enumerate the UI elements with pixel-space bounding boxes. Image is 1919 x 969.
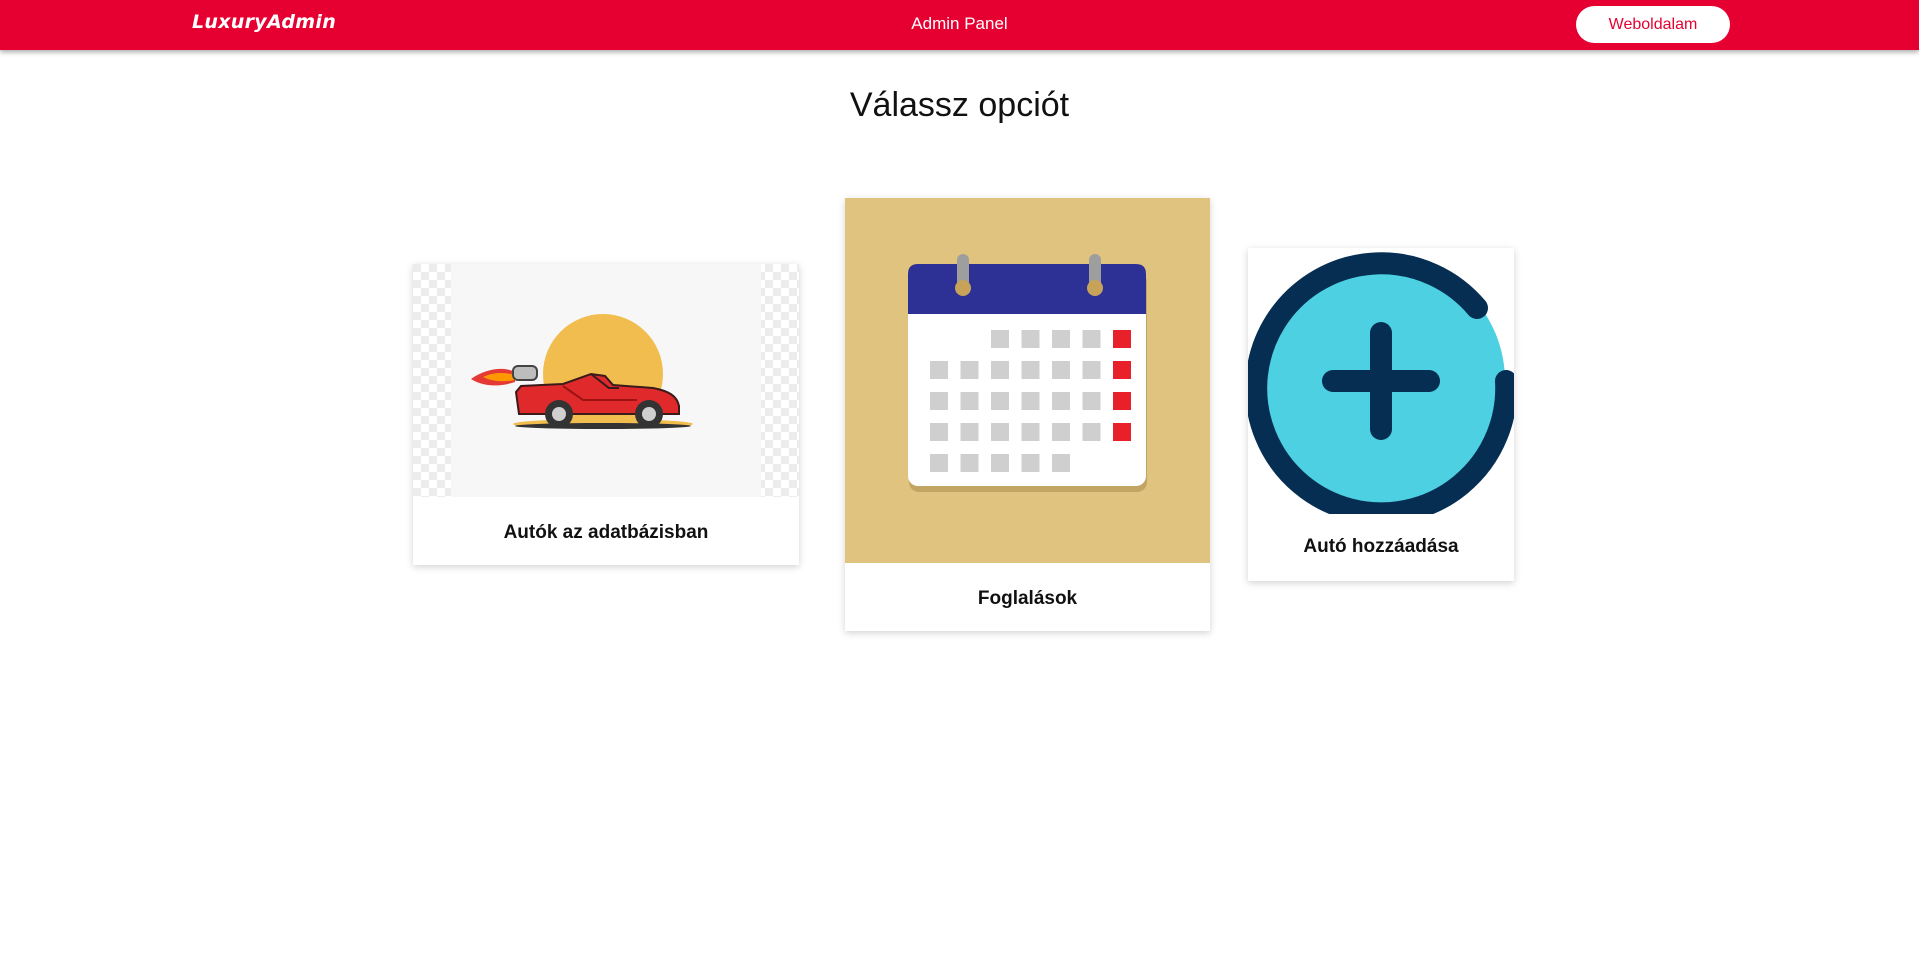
calendar-day-square [930,423,948,441]
calendar-day-square [930,392,948,410]
card-image [845,198,1210,563]
calendar-day-square [1021,392,1040,410]
card-label: Foglalások [977,588,1078,609]
calendar-day-square [1052,361,1070,379]
calendar-day-square [1082,330,1101,348]
calendar-day-square [991,361,1009,379]
calendar-day-square [1052,392,1070,410]
calendar-day-square [991,454,1009,472]
calendar-day-square [930,454,948,472]
calendar-day-square [991,423,1009,441]
card-label: Autók az adatbázisban [503,522,709,543]
calendar-day-square [1113,330,1131,348]
cars-database-card[interactable]: Autók az adatbázisban [413,264,799,565]
calendar-day-square [1113,423,1131,441]
calendar-day-square [1082,392,1101,410]
calendar-day-square [1052,423,1070,441]
card-image [1248,248,1514,514]
calendar-day-square [991,392,1009,410]
calendar-day-square [1052,454,1070,472]
calendar-day-square [1113,361,1131,379]
calendar-day-square [991,330,1009,348]
calendar-day-square [960,392,979,410]
page-title: Válassz opciót [849,86,1070,124]
calendar-day-square [1082,423,1101,441]
brand-logo[interactable]: LuxuryAdmin [192,11,336,33]
calendar-day-square [960,361,979,379]
calendar-day-square [1021,330,1040,348]
calendar-day-square [930,361,948,379]
calendar-day-square [960,423,979,441]
calendar-icon [845,198,1210,563]
calendar-day-square [1113,392,1131,410]
calendar-day-square [960,454,979,472]
calendar-day-square [1021,454,1040,472]
top-navbar: LuxuryAdmin Admin Panel Weboldalam [0,0,1919,50]
sports-car-icon [413,264,799,497]
website-button[interactable]: Weboldalam [1576,6,1730,43]
calendar-day-square [1082,361,1101,379]
calendar-day-square [1021,423,1040,441]
add-circle-icon [1248,252,1514,514]
calendar-day-square [1021,361,1040,379]
calendar-day-square [1052,330,1070,348]
card-image [413,264,799,497]
add-car-card[interactable]: Autó hozzáadása [1248,248,1514,581]
bookings-card[interactable]: Foglalások [845,198,1210,631]
card-label: Autó hozzáadása [1303,536,1459,557]
